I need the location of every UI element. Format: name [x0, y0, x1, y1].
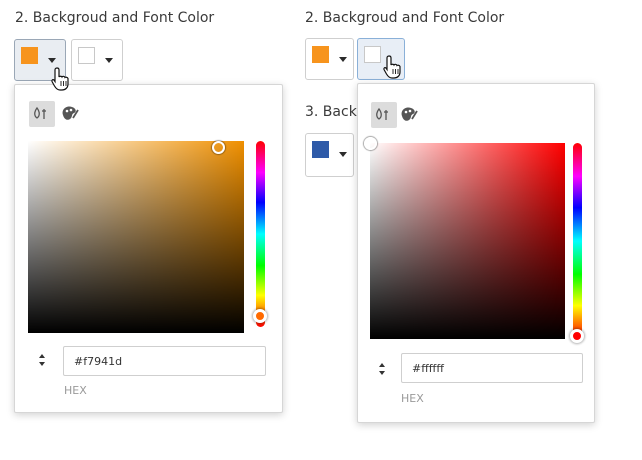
hex-input[interactable]	[63, 346, 266, 376]
background-color-button[interactable]	[305, 38, 354, 80]
palette-mode-button[interactable]	[396, 102, 422, 128]
hue-slider[interactable]	[253, 141, 267, 327]
color-picker-popup: HEX	[14, 84, 283, 413]
background-color-swatch	[312, 46, 329, 63]
hand-pointer-icon	[51, 67, 69, 91]
hand-pointer-icon	[383, 55, 401, 79]
hue-slider[interactable]	[570, 143, 584, 343]
saturation-value-area[interactable]	[28, 141, 244, 333]
format-label: HEX	[401, 392, 424, 405]
font-color-swatch	[364, 46, 381, 63]
sv-handle[interactable]	[364, 137, 377, 150]
sliders-mode-button[interactable]	[29, 101, 55, 127]
sliders-icon	[34, 106, 46, 119]
font-color-button[interactable]	[71, 39, 123, 81]
next-section-color-button[interactable]	[305, 133, 354, 177]
background-color-swatch	[21, 47, 38, 64]
format-label: HEX	[64, 384, 87, 397]
saturation-value-area[interactable]	[364, 137, 565, 339]
sv-handle[interactable]	[212, 141, 225, 154]
up-down-arrows-icon[interactable]	[38, 353, 46, 367]
font-color-swatch	[78, 47, 95, 64]
palette-mode-button[interactable]	[57, 101, 83, 127]
caret-down-icon	[105, 58, 113, 63]
hue-handle[interactable]	[570, 329, 584, 343]
sliders-mode-button[interactable]	[371, 102, 397, 128]
caret-down-icon	[339, 57, 347, 62]
up-down-arrows-icon[interactable]	[378, 362, 386, 376]
caret-down-icon	[339, 152, 347, 157]
hex-input[interactable]	[401, 353, 583, 383]
next-section-color-swatch	[312, 141, 329, 158]
sv-black-gradient	[28, 141, 244, 333]
left-panel: 2. Backgroud and Font Color #f7941d HEX	[0, 0, 320, 460]
color-picker-popup: HEX	[357, 83, 595, 423]
right-panel: 2. Backgroud and Font Color 3. Backg #ff…	[300, 0, 642, 460]
section-title: 2. Backgroud and Font Color	[15, 10, 215, 26]
next-section-title: 3. Backg	[305, 104, 365, 120]
caret-down-icon	[48, 58, 56, 63]
sliders-icon	[376, 107, 388, 120]
section-title: 2. Backgroud and Font Color	[305, 10, 505, 26]
hue-handle[interactable]	[253, 309, 267, 323]
palette-icon	[62, 106, 79, 120]
palette-icon	[401, 107, 418, 121]
sv-black-gradient	[370, 143, 565, 339]
